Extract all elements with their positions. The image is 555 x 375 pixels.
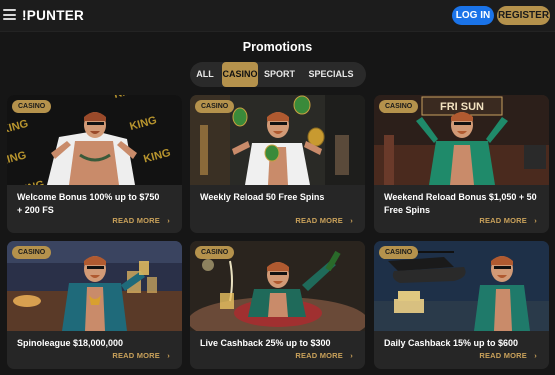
hamburger-icon[interactable] bbox=[3, 9, 16, 20]
card-title-line1: Live Cashback 25% up to $300 bbox=[200, 338, 331, 348]
read-more-label: READ MORE bbox=[295, 216, 343, 225]
login-button[interactable]: LOG IN bbox=[452, 6, 494, 25]
read-more-label: READ MORE bbox=[479, 351, 527, 360]
chevron-right-icon: › bbox=[350, 351, 353, 360]
card-title-line1: Daily Cashback 15% up to $600 bbox=[384, 338, 519, 348]
read-more-label: READ MORE bbox=[112, 351, 160, 360]
read-more-label: READ MORE bbox=[295, 351, 343, 360]
read-more-link[interactable]: READ MORE › bbox=[295, 216, 352, 225]
tab-sport[interactable]: SPORT bbox=[264, 62, 295, 87]
top-header: !PUNTER LOG IN REGISTER bbox=[0, 0, 555, 32]
card-title-line2: + 200 FS bbox=[17, 205, 54, 215]
casino-badge: CASINO bbox=[12, 100, 52, 113]
chevron-right-icon: › bbox=[534, 351, 537, 360]
casino-badge: CASINO bbox=[379, 100, 419, 113]
read-more-link[interactable]: READ MORE › bbox=[112, 351, 169, 360]
card-title-line1: Welcome Bonus 100% up to $750 bbox=[17, 192, 160, 202]
read-more-label: READ MORE bbox=[112, 216, 160, 225]
page-title: Promotions bbox=[242, 40, 313, 54]
read-more-label: READ MORE bbox=[479, 216, 527, 225]
read-more-link[interactable]: READ MORE › bbox=[479, 351, 536, 360]
chevron-right-icon: › bbox=[167, 216, 170, 225]
card-title-line1: Weekly Reload 50 Free Spins bbox=[200, 192, 325, 202]
tab-casino[interactable]: CASINO bbox=[222, 62, 258, 87]
casino-badge: CASINO bbox=[195, 100, 235, 113]
chevron-right-icon: › bbox=[534, 216, 537, 225]
promo-card-spinoleague[interactable]: CASINO Spinoleague $18,000,000 READ MORE… bbox=[7, 241, 182, 369]
chevron-right-icon: › bbox=[167, 351, 170, 360]
casino-badge: CASINO bbox=[195, 246, 235, 259]
read-more-link[interactable]: READ MORE › bbox=[112, 216, 169, 225]
tab-all[interactable]: ALL bbox=[194, 62, 216, 87]
read-more-link[interactable]: READ MORE › bbox=[295, 351, 352, 360]
casino-badge: CASINO bbox=[12, 246, 52, 259]
casino-badge: CASINO bbox=[379, 246, 419, 259]
fri-sun-sign: FRI SUN bbox=[440, 101, 484, 113]
register-button[interactable]: REGISTER bbox=[497, 6, 550, 25]
promo-card-live-cashback[interactable]: CASINO Live Cashback 25% up to $300 READ… bbox=[190, 241, 365, 369]
promo-tabs: ALL CASINO SPORT SPECIALS bbox=[190, 62, 366, 87]
promo-card-daily-cashback[interactable]: CASINO Daily Cashback 15% up to $600 REA… bbox=[374, 241, 549, 369]
promo-card-weekly-reload[interactable]: CASINO Weekly Reload 50 Free Spins READ … bbox=[190, 95, 365, 233]
read-more-link[interactable]: READ MORE › bbox=[479, 216, 536, 225]
tab-specials[interactable]: SPECIALS bbox=[300, 62, 362, 87]
chevron-right-icon: › bbox=[350, 216, 353, 225]
card-title-line1: Spinoleague $18,000,000 bbox=[17, 338, 124, 348]
promo-card-weekend-reload[interactable]: FRI SUN CASINO Weekend Reload Bonus $1,0… bbox=[374, 95, 549, 233]
punter-logo[interactable]: !PUNTER bbox=[22, 8, 84, 23]
card-title-line2: Free Spins bbox=[384, 205, 431, 215]
card-title-line1: Weekend Reload Bonus $1,050 + 50 bbox=[384, 192, 537, 202]
promo-card-welcome-bonus[interactable]: KINGKING KINGKING KINGKING KING CASINO W… bbox=[7, 95, 182, 233]
